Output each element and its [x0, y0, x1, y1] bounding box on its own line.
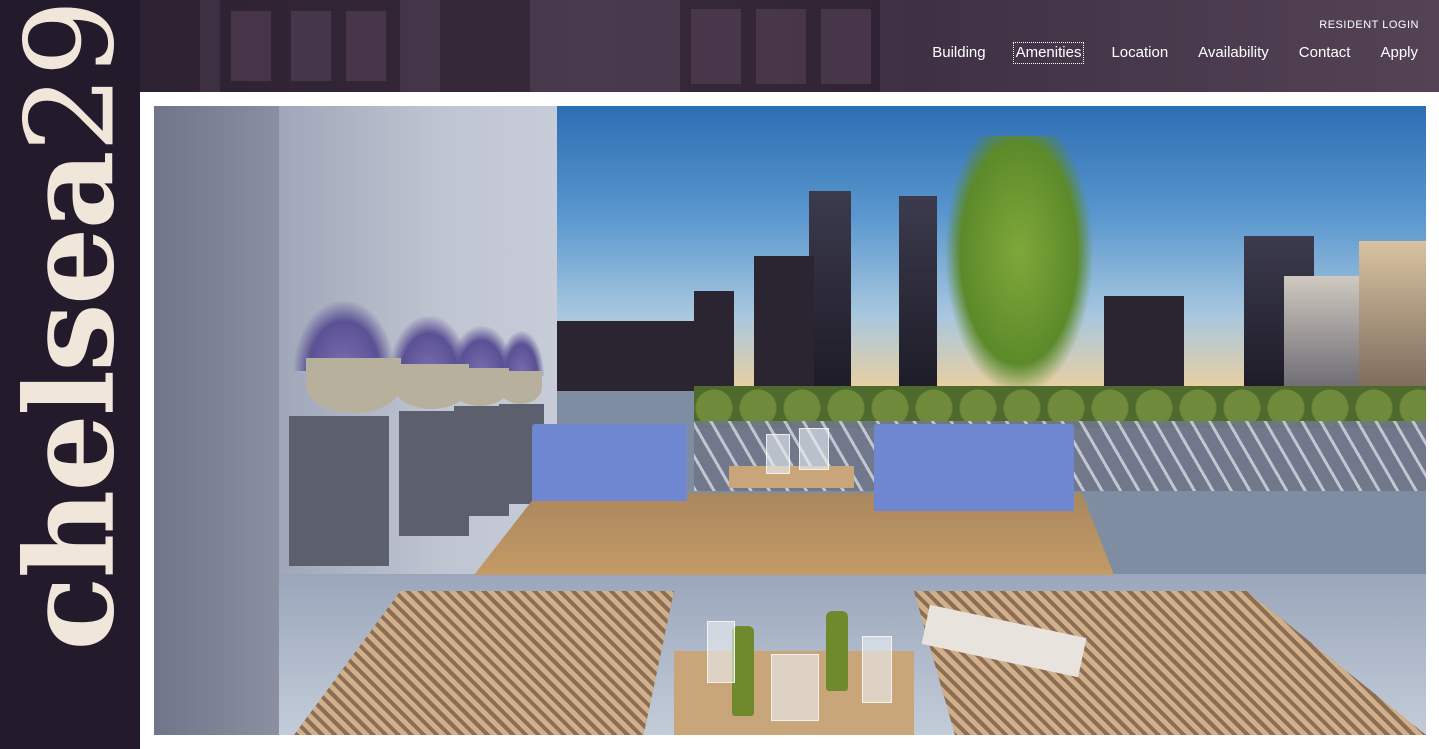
nav-location[interactable]: Location — [1110, 44, 1169, 62]
nav-contact[interactable]: Contact — [1298, 44, 1352, 62]
brand-sidebar: chelsea29 — [0, 0, 140, 749]
main-nav: Building Amenities Location Availability… — [903, 42, 1419, 64]
hero-skyline — [557, 321, 707, 391]
brand-logo[interactable]: chelsea29 — [0, 1, 140, 651]
hero-tree — [944, 136, 1094, 396]
nav-apply[interactable]: Apply — [1379, 44, 1419, 62]
nav-amenities[interactable]: Amenities — [1012, 42, 1085, 64]
hero-image — [154, 106, 1426, 735]
resident-login-link[interactable]: RESIDENT LOGIN — [1319, 19, 1419, 31]
brand-logo-number: 29 — [0, 1, 140, 153]
hero-coffee-table — [729, 466, 854, 488]
hero-sofa-right — [874, 424, 1074, 514]
nav-building[interactable]: Building — [931, 44, 986, 62]
hero-sofa-left — [532, 424, 687, 504]
nav-availability[interactable]: Availability — [1197, 44, 1270, 62]
site-header: RESIDENT LOGIN Building Amenities Locati… — [140, 0, 1439, 92]
brand-logo-text: chelsea — [0, 152, 140, 651]
